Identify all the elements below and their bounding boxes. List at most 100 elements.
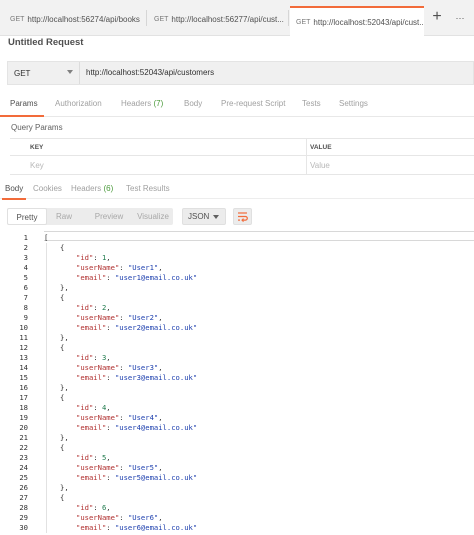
json-string: "User3": [127, 363, 159, 372]
code-text: {: [60, 493, 64, 503]
response-section-tabs: Body Cookies Headers (6) Test Results: [0, 181, 474, 200]
raw-button[interactable]: Raw: [49, 208, 79, 225]
preview-button[interactable]: Preview: [85, 208, 133, 225]
line-number: 11: [19, 333, 28, 342]
code-text: "email": "user1@email.co.uk": [76, 273, 198, 282]
tab-response-headers[interactable]: Headers (6): [71, 184, 113, 193]
value-input[interactable]: Value: [310, 161, 330, 170]
code-text: "id": 2,: [76, 303, 111, 312]
json-key: "userName": [76, 513, 120, 522]
table-row: Key Value: [10, 155, 474, 175]
json-punctuation: },: [60, 483, 69, 492]
pretty-button[interactable]: Pretty: [7, 208, 47, 225]
line-number: 30: [19, 523, 28, 532]
code-line: 10 "email": "user2@email.co.uk": [0, 323, 474, 333]
code-text: "id": 1,: [76, 253, 111, 262]
tab-cookies[interactable]: Cookies: [33, 184, 62, 193]
new-tab-button[interactable]: +: [428, 8, 446, 28]
tab-divider: [146, 10, 147, 26]
code-line: 22 {: [0, 443, 474, 453]
request-title[interactable]: Untitled Request: [8, 37, 83, 48]
json-key: "id": [76, 403, 94, 412]
json-punctuation: {: [60, 493, 65, 502]
code-text: "email": "user3@email.co.uk": [76, 373, 198, 382]
json-key: "email": [76, 523, 107, 532]
json-key: "userName": [76, 463, 120, 472]
code-line: 25 "email": "user5@email.co.uk": [0, 473, 474, 483]
tab-body[interactable]: Body: [184, 99, 202, 108]
json-punctuation: {: [60, 293, 65, 302]
tab-headers[interactable]: Headers (7): [121, 99, 163, 108]
code-text: "userName": "User3",: [76, 363, 163, 372]
line-number: 29: [19, 513, 28, 522]
code-line: 13 "id": 3,: [0, 353, 474, 363]
code-line: 7{: [0, 293, 474, 303]
line-number: 2: [23, 243, 28, 252]
code-text: {: [60, 393, 64, 403]
json-string: "user4@email.co.uk": [114, 423, 198, 432]
response-body-editor[interactable]: 1[2{3 "id": 1, 4 "userName": "User1", 5 "emai…: [0, 231, 474, 535]
tab-settings[interactable]: Settings: [339, 99, 368, 108]
tab-url: http://localhost:56274/api/books: [27, 14, 140, 24]
code-line: 9 "userName": "User2",: [0, 313, 474, 323]
tab-params[interactable]: Params: [10, 99, 38, 108]
url-input[interactable]: [86, 62, 466, 84]
line-number: 5: [23, 273, 28, 282]
request-tab-customers-56277[interactable]: GET http://localhost:56277/api/cust...: [148, 8, 286, 30]
json-punctuation: },: [60, 433, 69, 442]
tab-method: GET: [296, 18, 311, 26]
code-text: },: [60, 483, 69, 493]
key-input[interactable]: Key: [30, 161, 44, 170]
code-text: "email": "user4@email.co.uk": [76, 423, 198, 432]
code-text: "email": "user2@email.co.uk": [76, 323, 198, 332]
wrap-lines-icon: [238, 212, 248, 222]
code-text: "id": 3,: [76, 353, 111, 362]
request-tab-books[interactable]: GET http://localhost:56274/api/books: [4, 8, 144, 30]
tab-test-results[interactable]: Test Results: [126, 184, 170, 193]
json-key: "userName": [76, 413, 120, 422]
tab-authorization[interactable]: Authorization: [55, 99, 102, 108]
line-number: 16: [19, 383, 28, 392]
json-string: "user6@email.co.uk": [114, 523, 198, 532]
code-line: 15 "email": "user3@email.co.uk": [0, 373, 474, 383]
line-number: 12: [19, 343, 28, 352]
code-text: "id": 6,: [76, 503, 111, 512]
line-number: 27: [19, 493, 28, 502]
code-line: 11},: [0, 333, 474, 343]
tab-headers-label: Headers: [121, 99, 152, 108]
json-key: "userName": [76, 313, 120, 322]
code-text: },: [60, 283, 69, 293]
code-text: [: [44, 233, 48, 243]
json-number: 2: [101, 303, 107, 312]
line-number: 18: [19, 403, 28, 412]
response-headers-count-badge: (6): [103, 184, 114, 193]
json-number: 6: [101, 503, 107, 512]
request-tab-customers-52043[interactable]: GET http://localhost:52043/api/cust... ×: [290, 6, 424, 36]
json-punctuation: {: [60, 343, 65, 352]
tab-response-body[interactable]: Body: [5, 184, 23, 193]
visualize-button[interactable]: Visualize: [133, 208, 173, 225]
line-number: 17: [19, 393, 28, 402]
code-line: 29 "userName": "User6",: [0, 513, 474, 523]
url-bar: GET: [7, 61, 474, 85]
code-line: 5 "email": "user1@email.co.uk": [0, 273, 474, 283]
json-punctuation: {: [60, 243, 65, 252]
line-number: 3: [23, 253, 28, 262]
code-text: "email": "user5@email.co.uk": [76, 473, 198, 482]
wrap-lines-button[interactable]: [233, 208, 252, 225]
line-number: 8: [23, 303, 28, 312]
code-line: 17 {: [0, 393, 474, 403]
tab-options-button[interactable]: ···: [452, 8, 468, 28]
line-number: 22: [19, 443, 28, 452]
value-column-header: VALUE: [310, 144, 332, 151]
code-text: {: [60, 293, 64, 303]
tab-tests[interactable]: Tests: [302, 99, 321, 108]
tab-prerequest-script[interactable]: Pre-request Script: [221, 99, 285, 108]
json-string: "User4": [127, 413, 159, 422]
line-number: 6: [23, 283, 28, 292]
method-select[interactable]: GET: [8, 62, 80, 84]
json-string: "User5": [127, 463, 159, 472]
format-select[interactable]: JSON: [182, 208, 226, 225]
code-line: 14 "userName": "User3",: [0, 363, 474, 373]
code-line: 16},: [0, 383, 474, 393]
